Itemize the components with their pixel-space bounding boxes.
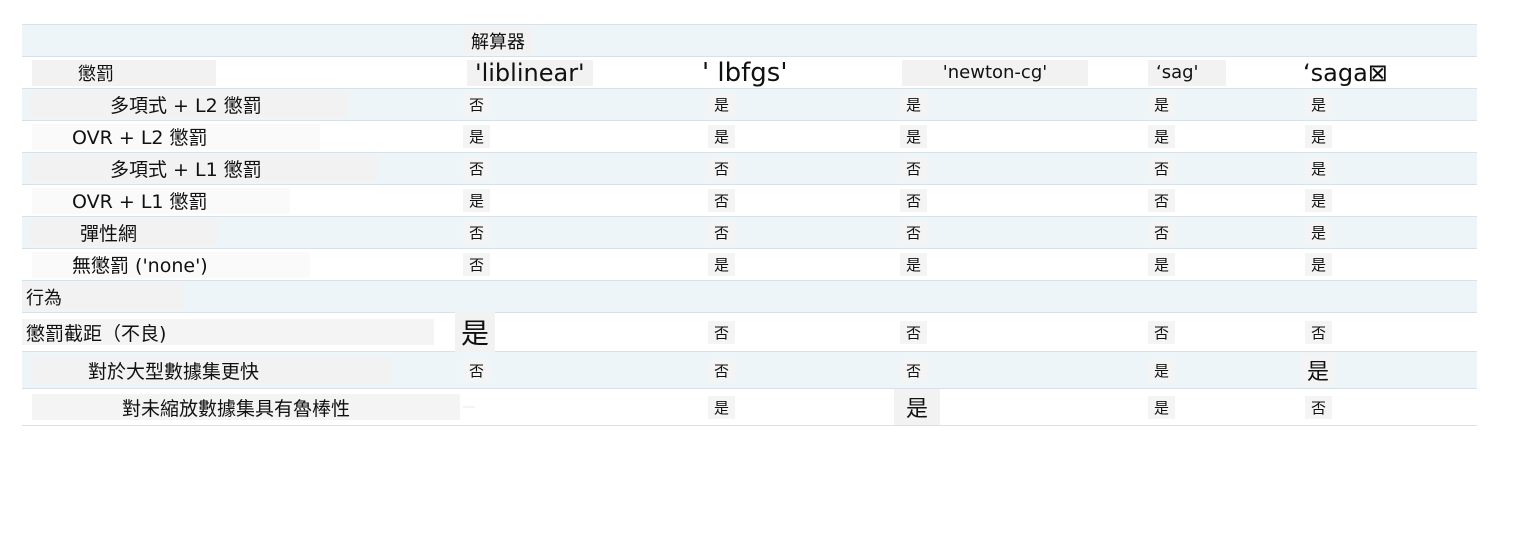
value-cell: 否	[900, 358, 928, 382]
value-cell: 是	[1148, 253, 1176, 276]
solver-saga: ‘saga⊠	[1303, 58, 1388, 87]
table-row: 彈性網 否 否 否 否 是	[22, 217, 1477, 249]
solver-comparison-table: 解算器 懲罰 'liblinear' ' lbfgs' 'newton-cg' …	[22, 24, 1477, 426]
value-cell: 否	[900, 157, 928, 180]
solver-lbfgs: ' lbfgs'	[702, 57, 788, 88]
value-cell: 是	[1305, 221, 1333, 244]
value-cell: 否	[463, 157, 491, 180]
value-cell: 否	[708, 320, 736, 344]
value-cell: 是	[1148, 93, 1176, 116]
value-cell: 是	[1305, 189, 1333, 212]
row-label: 無懲罰 ('none')	[32, 251, 310, 278]
value-cell: 是	[1148, 358, 1176, 382]
value-cell: 是	[1305, 157, 1333, 180]
value-cell: 是	[455, 312, 496, 352]
value-cell: 否	[1148, 221, 1176, 244]
row-label: 懲罰截距（不良)	[22, 319, 434, 345]
value-cell: 是	[708, 395, 736, 419]
table-row: 對於大型數據集更快 否 否 否 是 是	[22, 352, 1477, 389]
row-label: 多項式 + L2 懲罰	[30, 91, 348, 118]
value-cell: 否	[900, 320, 928, 344]
table-row: 多項式 + L2 懲罰 否 是 是 是 是	[22, 89, 1477, 121]
value-cell: 否	[463, 221, 491, 244]
value-cell: 否	[1148, 157, 1176, 180]
table-row: 無懲罰 ('none') 否 是 是 是 是	[22, 249, 1477, 281]
value-cell: 是	[463, 125, 491, 148]
solver-newton-cg: 'newton-cg'	[902, 59, 1088, 86]
table-row: OVR + L1 懲罰 是 否 否 否 是	[22, 185, 1477, 217]
section-row-behavior: 行為	[22, 281, 1477, 313]
row-label: 多項式 + L1 懲罰	[30, 155, 378, 182]
value-cell: 是	[708, 125, 736, 148]
penalty-header: 懲罰	[32, 59, 216, 86]
value-cell	[463, 406, 475, 408]
value-cell: 否	[708, 221, 736, 244]
value-cell: 是	[1148, 125, 1176, 148]
value-cell: 是	[894, 389, 941, 425]
row-label: 對於大型數據集更快	[32, 357, 392, 383]
value-cell: 否	[463, 93, 491, 116]
header-row-solver: 解算器	[22, 24, 1477, 57]
value-cell: 是	[900, 253, 928, 276]
row-label: OVR + L1 懲罰	[32, 187, 290, 214]
table-row: OVR + L2 懲罰 是 是 是 是 是	[22, 121, 1477, 153]
value-cell: 否	[900, 189, 928, 212]
value-cell: 否	[900, 221, 928, 244]
value-cell: 是	[463, 189, 491, 212]
value-cell: 否	[708, 189, 736, 212]
section-title: 行為	[22, 283, 184, 310]
table-row: 對未縮放數據集具有魯棒性 是 是 是 否	[22, 389, 1477, 426]
solver-liblinear: 'liblinear'	[467, 59, 593, 87]
row-label: 對未縮放數據集具有魯棒性	[32, 394, 460, 420]
value-cell: 是	[708, 93, 736, 116]
value-cell: 是	[708, 253, 736, 276]
value-cell: 否	[708, 358, 736, 382]
row-label: 彈性網	[30, 219, 218, 246]
table-row: 多項式 + L1 懲罰 否 否 否 否 是	[22, 153, 1477, 185]
value-cell: 否	[1305, 395, 1333, 419]
value-cell: 是	[1305, 253, 1333, 276]
table-row: 懲罰截距（不良) 是 否 否 否 否	[22, 312, 1477, 352]
value-cell: 是	[1301, 354, 1336, 386]
solver-sag: ‘sag'	[1148, 59, 1226, 86]
value-cell: 否	[463, 358, 491, 382]
value-cell: 否	[1305, 320, 1333, 344]
value-cell: 是	[900, 93, 928, 116]
value-cell: 否	[1148, 320, 1176, 344]
value-cell: 是	[1148, 395, 1176, 419]
value-cell: 否	[463, 253, 491, 276]
value-cell: 是	[1305, 125, 1333, 148]
row-label: OVR + L2 懲罰	[32, 123, 320, 150]
value-cell: 是	[900, 125, 928, 148]
value-cell: 否	[1148, 189, 1176, 212]
value-cell: 是	[1305, 93, 1333, 116]
header-row-solvers: 懲罰 'liblinear' ' lbfgs' 'newton-cg' ‘sag…	[22, 57, 1477, 89]
value-cell: 否	[708, 157, 736, 180]
solver-title: 解算器	[463, 27, 533, 54]
